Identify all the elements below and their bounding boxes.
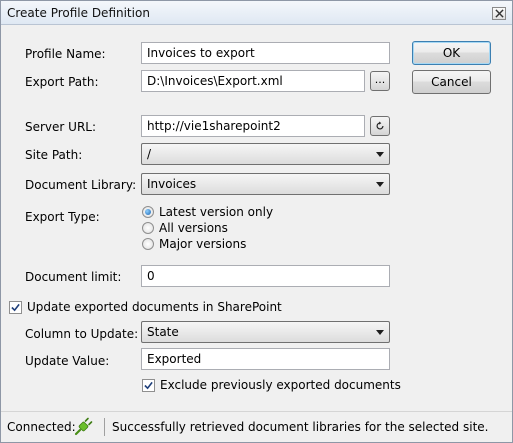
radio-major-versions-label: Major versions [159,237,247,251]
export-path-label: Export Path: [25,75,99,89]
site-path-label: Site Path: [25,148,83,162]
checkbox-checked-icon [142,378,155,392]
title-bar: Create Profile Definition [1,1,512,25]
document-library-dropdown[interactable]: Invoices [141,173,390,195]
chevron-down-icon [376,182,384,187]
plug-icon [74,417,93,436]
update-sharepoint-label: Update exported documents in SharePoint [27,300,282,314]
cancel-button-label: Cancel [431,75,472,89]
column-to-update-label: Column to Update: [25,327,139,341]
update-sharepoint-checkbox[interactable]: Update exported documents in SharePoint [9,300,282,314]
server-url-input[interactable]: http://vie1sharepoint2 [141,115,365,137]
connected-label: Connected: [7,420,76,434]
browse-button-label: ... [374,72,386,86]
ok-button-label: OK [442,46,461,60]
document-limit-input[interactable]: 0 [141,265,390,287]
column-to-update-dropdown[interactable]: State [141,321,390,343]
export-path-input[interactable]: D:\Invoices\Export.xml [141,70,365,92]
radio-latest-version-label: Latest version only [159,205,274,219]
site-path-value: / [147,147,152,161]
document-limit-label: Document limit: [25,270,122,284]
column-to-update-value: State [147,325,179,339]
server-url-label: Server URL: [25,120,97,134]
status-separator [104,418,105,436]
radio-major-versions[interactable]: Major versions [142,237,246,251]
site-path-dropdown[interactable]: / [141,143,390,165]
status-bar: Connected: Successfully retrieved docume… [1,411,512,442]
export-type-label: Export Type: [25,210,100,224]
exclude-previous-checkbox[interactable]: Exclude previously exported documents [142,378,401,392]
chevron-down-icon [376,330,384,335]
document-library-value: Invoices [147,177,197,191]
close-icon [494,9,504,18]
close-button[interactable] [492,7,506,20]
checkbox-checked-icon [9,300,22,314]
browse-button[interactable]: ... [370,71,390,91]
chevron-down-icon [376,152,384,157]
radio-all-versions-label: All versions [159,221,228,235]
radio-all-versions[interactable]: All versions [142,221,228,235]
document-library-label: Document Library: [25,178,137,192]
dialog-window: Create Profile Definition Profile Name: … [0,0,513,443]
exclude-previous-label: Exclude previously exported documents [160,378,401,392]
profile-name-input[interactable]: Invoices to export [141,42,390,64]
radio-unselected-icon [142,238,154,250]
radio-selected-icon [142,206,154,218]
refresh-icon [376,121,384,130]
status-message: Successfully retrieved document librarie… [112,420,489,434]
radio-unselected-icon [142,222,154,234]
update-value-input[interactable]: Exported [141,348,390,370]
refresh-button[interactable] [370,116,390,136]
update-value-label: Update Value: [25,354,110,368]
cancel-button[interactable]: Cancel [412,70,491,94]
profile-name-label: Profile Name: [25,47,106,61]
radio-latest-version[interactable]: Latest version only [142,205,273,219]
ok-button[interactable]: OK [412,41,491,65]
window-title: Create Profile Definition [7,6,150,20]
